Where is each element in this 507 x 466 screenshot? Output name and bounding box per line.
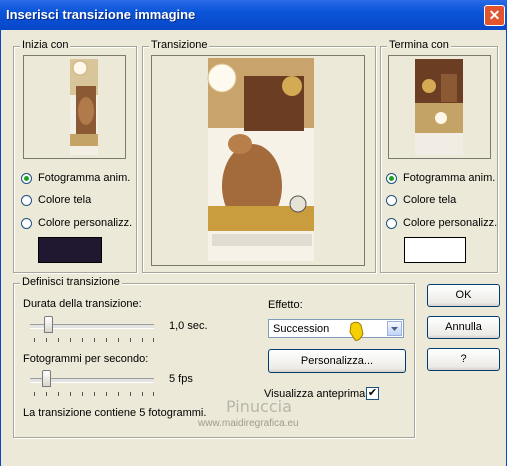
end-option-custom[interactable]: Colore personalizz. <box>386 217 497 229</box>
ok-button-label: OK <box>455 289 472 301</box>
duration-slider-thumb[interactable] <box>44 316 53 333</box>
transition-preview <box>151 55 365 266</box>
tick <box>58 392 59 396</box>
tick <box>118 392 119 396</box>
end-option-canvas[interactable]: Colore tela <box>386 194 456 206</box>
radio-indicator <box>21 172 32 184</box>
tick <box>70 392 71 396</box>
start-preview <box>23 55 126 159</box>
radio-indicator <box>21 217 32 229</box>
tick <box>142 338 143 342</box>
start-frame-image <box>70 59 98 155</box>
end-custom-color-swatch[interactable] <box>404 237 466 263</box>
start-option-frame[interactable]: Fotogramma anim. <box>21 172 130 184</box>
watermark-name: Pinuccia <box>226 397 292 416</box>
tick <box>46 392 47 396</box>
tick <box>153 338 154 342</box>
tick <box>82 392 83 396</box>
start-option-canvas-label: Colore tela <box>38 194 92 206</box>
watermark-url: www.maidiregrafica.eu <box>198 418 299 429</box>
end-option-custom-label: Colore personalizz. <box>403 217 498 229</box>
fps-label: Fotogrammi per secondo: <box>23 353 149 365</box>
tick <box>153 392 154 396</box>
chevron-down-icon[interactable] <box>387 321 402 336</box>
transition-image <box>207 58 314 261</box>
start-legend: Inizia con <box>20 39 71 51</box>
start-option-custom-label: Colore personalizz. <box>38 217 133 229</box>
end-option-canvas-label: Colore tela <box>403 194 457 206</box>
effect-select-value: Succession <box>273 323 330 335</box>
transition-legend: Transizione <box>149 39 210 51</box>
tick <box>106 338 107 342</box>
duration-label: Durata della transizione: <box>23 298 142 310</box>
ok-button[interactable]: OK <box>427 284 500 307</box>
close-icon: ✕ <box>488 7 501 23</box>
end-option-frame-label: Fotogramma anim. <box>403 172 496 184</box>
radio-indicator <box>386 194 397 206</box>
effect-label: Effetto: <box>268 299 303 311</box>
tick <box>58 338 59 342</box>
fps-slider-thumb[interactable] <box>42 370 51 387</box>
customize-button[interactable]: Personalizza... <box>268 349 406 373</box>
effect-select[interactable]: Succession <box>268 319 404 341</box>
help-button-label: ? <box>460 353 467 365</box>
pointing-hand-icon <box>349 321 364 341</box>
title-bar: Inserisci transizione immagine ✕ <box>0 0 507 30</box>
tick <box>94 392 95 396</box>
tick <box>106 392 107 396</box>
tick <box>34 392 35 396</box>
tick <box>142 392 143 396</box>
define-legend: Definisci transizione <box>20 276 122 288</box>
window-title: Inserisci transizione immagine <box>6 7 196 22</box>
radio-indicator <box>21 194 32 206</box>
tick <box>130 338 131 342</box>
start-option-canvas[interactable]: Colore tela <box>21 194 91 206</box>
end-preview <box>388 55 491 159</box>
cancel-button-label: Annulla <box>445 321 482 333</box>
tick <box>130 392 131 396</box>
tick <box>70 338 71 342</box>
tick <box>46 338 47 342</box>
cancel-button[interactable]: Annulla <box>427 316 500 339</box>
radio-indicator <box>386 217 397 229</box>
tick <box>118 338 119 342</box>
frames-info: La transizione contiene 5 fotogrammi. <box>23 407 207 419</box>
close-button[interactable]: ✕ <box>484 5 505 26</box>
customize-button-label: Personalizza... <box>300 355 374 367</box>
end-option-frame[interactable]: Fotogramma anim. <box>386 172 495 184</box>
end-legend: Termina con <box>387 39 451 51</box>
start-custom-color-swatch[interactable] <box>38 237 102 263</box>
tick <box>34 338 35 342</box>
duration-value: 1,0 sec. <box>169 320 208 332</box>
tick <box>94 338 95 342</box>
start-option-custom[interactable]: Colore personalizz. <box>21 217 132 229</box>
fps-value: 5 fps <box>169 373 193 385</box>
end-frame-image <box>415 59 463 155</box>
help-button[interactable]: ? <box>427 348 500 371</box>
start-option-frame-label: Fotogramma anim. <box>38 172 131 184</box>
radio-indicator <box>386 172 397 184</box>
check-icon: ✔ <box>367 387 378 399</box>
tick <box>82 338 83 342</box>
preview-checkbox[interactable]: ✔ <box>366 387 379 400</box>
